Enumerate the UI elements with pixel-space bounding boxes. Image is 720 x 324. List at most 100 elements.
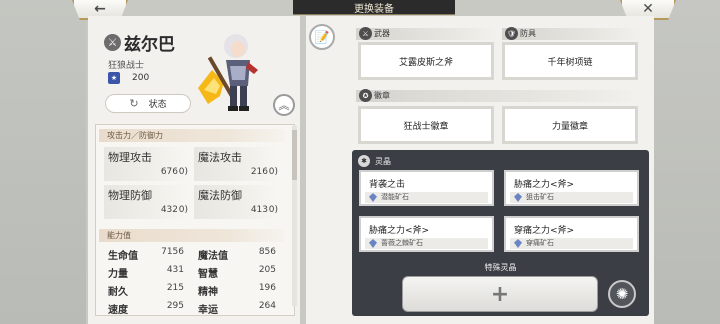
sparkle-icon: ✺	[615, 285, 629, 303]
gem-icon	[369, 239, 377, 248]
stat-bonus: 0)	[268, 167, 278, 177]
page-title: 更换装备	[293, 0, 455, 15]
stat-physical-defense: 物理防御 432 0)	[104, 185, 188, 219]
left-leg	[230, 86, 237, 106]
ability-row: 耐久 215 精神 196	[104, 283, 288, 300]
crystal-header: ✱ 灵晶	[358, 155, 391, 167]
right-leg	[240, 86, 247, 106]
collapse-button[interactable]: ︽	[273, 94, 295, 116]
ability-value: 431	[166, 265, 184, 275]
crystal-slot[interactable]: 胁痛之力<斧> 狙击矿石	[504, 170, 639, 206]
gem-icon	[514, 239, 522, 248]
character-portrait	[198, 34, 258, 111]
ability-value: 215	[166, 283, 184, 293]
character-panel: ⚔ 兹尔巴 狂狼战士 ★ 200 ↻ 状态 ︽ 攻击力／防御力 物理攻击 676…	[88, 16, 300, 324]
atk-def-header: 攻击力／防御力	[99, 129, 285, 142]
emblem-icon: ✪	[359, 89, 372, 102]
ability-label: 速度	[108, 305, 128, 316]
stat-label: 魔法防御	[198, 189, 242, 202]
stats-scrollbar[interactable]	[292, 126, 297, 306]
crystal-slot[interactable]: 背袭之击 潜能矿石	[359, 170, 494, 206]
gem-icon	[514, 193, 522, 202]
armor-header-label: 防具	[520, 29, 536, 38]
stat-label: 魔法攻击	[198, 151, 242, 164]
ability-label: 幸运	[198, 305, 218, 316]
character-name-row: ⚔ 兹尔巴	[104, 30, 175, 55]
stat-value: 432	[160, 205, 178, 215]
ability-value: 205	[258, 265, 276, 275]
emblem-header: ✪ 徽章	[356, 89, 642, 102]
gem-icon	[369, 193, 377, 202]
ability-label: 力量	[108, 269, 128, 280]
ability-row: 速度 295 幸运 264	[104, 301, 288, 316]
status-label: 状态	[148, 100, 167, 110]
armor-plate	[230, 66, 246, 80]
ability-label: 生命值	[108, 251, 138, 262]
crystal-ore-label: 狙击矿石	[526, 193, 554, 201]
crystal-slot[interactable]: 胁痛之力<斧> 蔷薇之棘矿石	[359, 216, 494, 252]
emblem-1-name: 狂战士徽章	[403, 121, 449, 132]
crystal-title: 胁痛之力<斧>	[514, 180, 575, 190]
emblem-2-name: 力量徽章	[551, 121, 588, 132]
ability-header: 能力值	[99, 229, 285, 242]
ability-value: 264	[258, 301, 276, 311]
memo-button[interactable]: 📝	[309, 24, 335, 50]
character-class: 狂狼战士	[108, 61, 145, 71]
stat-bonus: 0)	[268, 205, 278, 215]
face	[231, 41, 245, 57]
character-name: 兹尔巴	[124, 35, 175, 55]
ability-row: 力量 431 智慧 205	[104, 265, 288, 282]
emblem-slot-2[interactable]: 力量徽章	[502, 106, 638, 144]
stat-bonus: 0)	[178, 205, 188, 215]
scrollbar-thumb[interactable]	[292, 130, 297, 180]
weapon-name: 艾露皮斯之斧	[398, 57, 453, 68]
chevron-up-icon: ︽	[278, 99, 290, 112]
stat-value: 413	[250, 205, 268, 215]
stat-label: 物理攻击	[108, 151, 152, 164]
crystal-title: 穿痛之力<斧>	[514, 226, 575, 236]
stat-magic-defense: 魔法防御 413 0)	[194, 185, 278, 219]
stat-value: 216	[250, 167, 268, 177]
crystal-ore: 穿痛矿石	[510, 238, 633, 249]
add-special-crystal-button[interactable]: +	[402, 276, 598, 312]
stat-magic-attack: 魔法攻击 216 0)	[194, 147, 278, 181]
background-left	[0, 0, 86, 324]
crystal-slot[interactable]: 穿痛之力<斧> 穿痛矿石	[504, 216, 639, 252]
level-value: 200	[132, 73, 150, 83]
ability-label: 智慧	[198, 269, 218, 280]
stats-box: 攻击力／防御力 物理攻击 676 0) 魔法攻击 216 0) 物理防御 432…	[95, 124, 295, 316]
right-boot	[239, 106, 249, 111]
armor-slot[interactable]: 千年树项链	[502, 42, 638, 80]
weapon-header-label: 武器	[374, 29, 390, 38]
crystal-gear-icon: ✱	[358, 155, 370, 167]
ability-row: 生命值 7156 魔法值 856	[104, 247, 288, 264]
stat-label: 物理防御	[108, 189, 152, 202]
special-crystal-label: 特殊灵晶	[484, 263, 517, 272]
weapon-slot[interactable]: 艾露皮斯之斧	[358, 42, 494, 80]
stat-physical-attack: 物理攻击 676 0)	[104, 147, 188, 181]
status-button[interactable]: ↻ 状态	[105, 94, 191, 113]
crystal-ore: 蔷薇之棘矿石	[365, 238, 488, 249]
ability-value: 196	[258, 283, 276, 293]
ability-label: 耐久	[108, 287, 128, 298]
crystal-ore: 潜能矿石	[365, 192, 488, 203]
left-boot	[228, 106, 238, 111]
armor-icon: 🛡	[505, 27, 518, 40]
armor-header: 🛡 防具	[502, 27, 642, 40]
stat-bonus: 0)	[178, 167, 188, 177]
plus-icon: +	[490, 281, 510, 307]
ability-label: 精神	[198, 287, 218, 298]
background-right	[654, 0, 720, 324]
stat-value: 676	[160, 167, 178, 177]
crystal-title: 背袭之击	[369, 180, 406, 190]
emblem-slot-1[interactable]: 狂战士徽章	[358, 106, 494, 144]
crystal-ore-label: 穿痛矿石	[526, 239, 554, 247]
crystal-ore-label: 蔷薇之棘矿石	[381, 239, 423, 247]
crystal-header-label: 灵晶	[375, 156, 391, 166]
ability-value: 7156	[161, 247, 184, 257]
armor-name: 千年树项链	[547, 57, 593, 68]
notepad-icon: 📝	[314, 30, 330, 44]
auto-equip-button[interactable]: ✺	[608, 280, 636, 308]
ability-value: 295	[166, 301, 184, 311]
emblem-header-label: 徽章	[374, 91, 390, 100]
